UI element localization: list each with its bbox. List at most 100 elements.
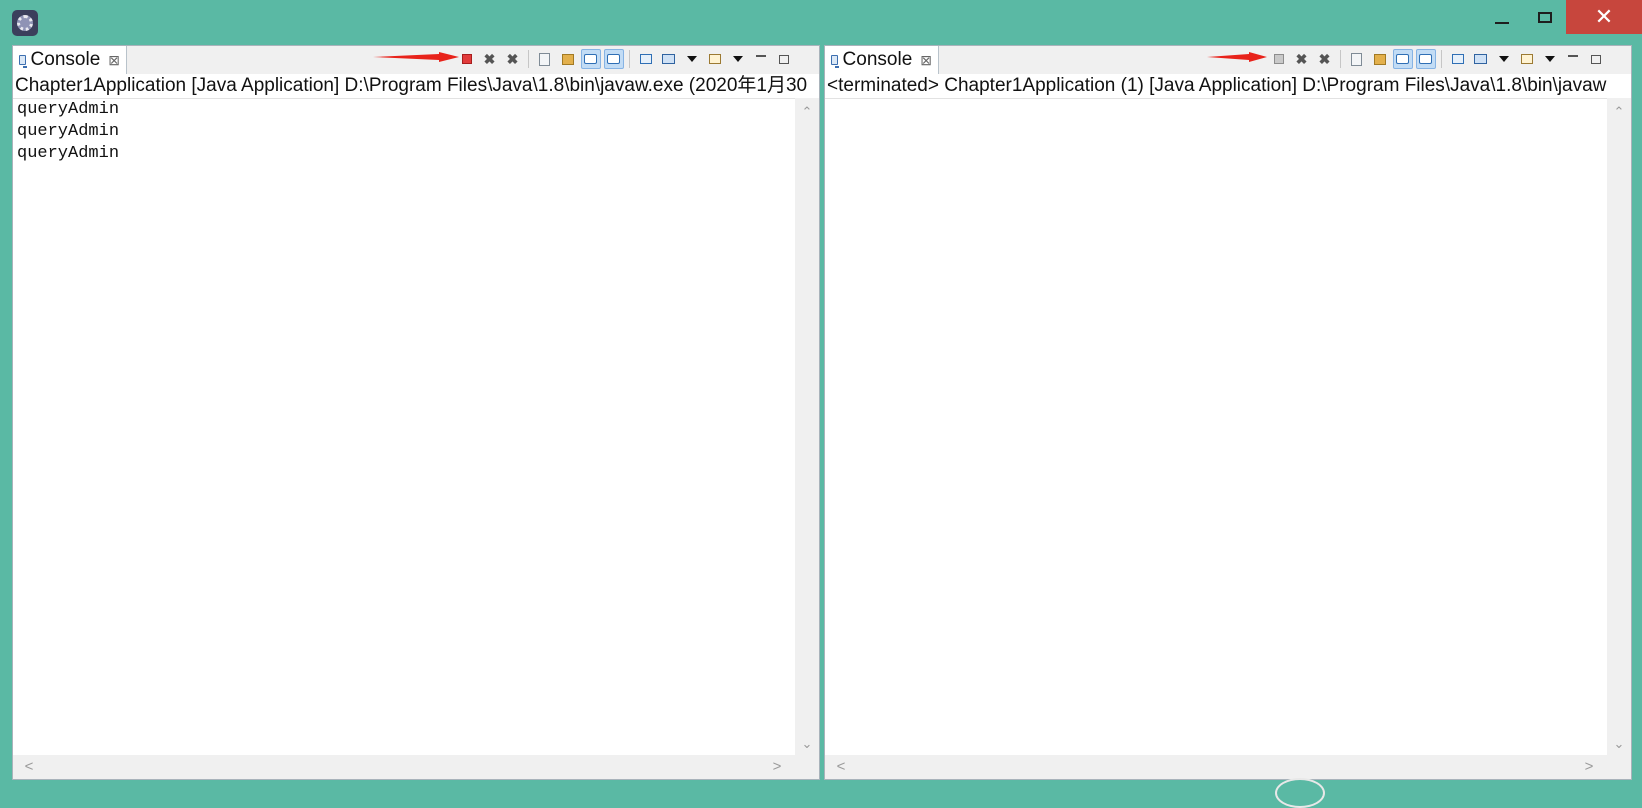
view-minimize-button[interactable] (1563, 49, 1583, 69)
window-maximize-button[interactable] (1523, 0, 1567, 34)
monitor-icon (1474, 54, 1487, 64)
minimize-icon (755, 55, 766, 57)
open-console-dropdown[interactable] (728, 49, 748, 69)
show-on-stdout-button[interactable] (580, 49, 601, 69)
chevron-down-icon (1544, 56, 1555, 62)
toolbar-separator (528, 50, 529, 68)
minimize-icon (1495, 22, 1509, 24)
clear-console-button[interactable] (535, 49, 555, 69)
remove-launch-button[interactable]: ✖ (1292, 49, 1312, 69)
right-console-panel: Console ⊠ ✖ ✖ <terminated> Chapter1Appli… (824, 45, 1632, 780)
vertical-scrollbar[interactable]: ⌃ ⌄ (795, 98, 819, 756)
scroll-up-icon[interactable]: ⌃ (1607, 102, 1631, 122)
chevron-down-icon (1498, 56, 1509, 62)
terminate-icon (1273, 54, 1284, 64)
scroll-lock-icon (1373, 53, 1386, 65)
left-console-panel: Console ⊠ ✖ ✖ Chapter1Application [Java … (12, 45, 820, 780)
pin-icon (1451, 54, 1464, 64)
clear-console-icon (1351, 52, 1362, 66)
vertical-scrollbar[interactable]: ⌃ ⌄ (1607, 98, 1631, 756)
scroll-lock-button[interactable] (558, 49, 578, 69)
show-on-stderr-button[interactable] (603, 49, 624, 69)
show-on-stdout-button[interactable] (1392, 49, 1413, 69)
remove-all-icon: ✖ (506, 50, 519, 67)
remove-launch-button[interactable]: ✖ (480, 49, 500, 69)
console-toolbar: ✖ ✖ (455, 48, 795, 70)
close-icon: ✕ (1594, 4, 1614, 29)
tab-label: Console (30, 49, 101, 70)
open-console-dropdown[interactable] (1540, 49, 1560, 69)
pin-console-button[interactable] (1448, 49, 1468, 69)
scroll-down-icon[interactable]: ⌄ (795, 734, 819, 754)
remove-launch-icon: ✖ (1295, 50, 1308, 67)
console-line: queryAdmin (17, 100, 120, 119)
process-label: <terminated> Chapter1Application (1) [Ja… (825, 74, 1631, 99)
horizontal-scrollbar[interactable]: < > (825, 755, 1631, 779)
chevron-down-icon (686, 56, 697, 62)
pin-icon (639, 54, 652, 64)
new-console-icon (1520, 54, 1533, 64)
new-console-icon (708, 54, 721, 64)
minimize-icon (1567, 55, 1578, 57)
display-console-dropdown[interactable] (1494, 49, 1514, 69)
open-console-button[interactable] (1517, 49, 1537, 69)
maximize-icon (1538, 11, 1552, 23)
stdout-icon (584, 54, 597, 64)
console-line: queryAdmin (17, 122, 120, 141)
show-on-stderr-button[interactable] (1415, 49, 1436, 69)
scroll-lock-icon (561, 53, 574, 65)
toolbar-separator (1441, 50, 1442, 68)
clear-console-button[interactable] (1347, 49, 1367, 69)
maximize-icon (1590, 54, 1601, 64)
tab-close-icon[interactable]: ⊠ (108, 52, 120, 69)
maximize-icon (778, 54, 789, 64)
gear-icon (17, 15, 33, 31)
stdout-icon (1396, 54, 1409, 64)
remove-all-icon: ✖ (1318, 50, 1331, 67)
annotation-arrow (373, 52, 459, 62)
window-minimize-button[interactable] (1480, 0, 1524, 34)
pin-console-button[interactable] (636, 49, 656, 69)
annotation-arrow (1207, 52, 1267, 62)
window-close-button[interactable]: ✕ (1566, 0, 1642, 34)
terminate-icon (461, 54, 472, 64)
display-selected-console-button[interactable] (659, 49, 679, 69)
terminate-button[interactable] (457, 49, 477, 69)
tab-console[interactable]: Console ⊠ (825, 46, 939, 74)
monitor-icon (662, 54, 675, 64)
open-console-button[interactable] (705, 49, 725, 69)
stderr-icon (1419, 54, 1432, 64)
scroll-left-icon[interactable]: < (17, 755, 41, 779)
toolbar-separator (1340, 50, 1341, 68)
remove-launch-icon: ✖ (483, 50, 496, 67)
tab-bar: Console ⊠ ✖ ✖ (825, 46, 1631, 74)
scroll-down-icon[interactable]: ⌄ (1607, 734, 1631, 754)
clear-console-icon (539, 52, 550, 66)
chevron-down-icon (732, 56, 743, 62)
process-label: Chapter1Application [Java Application] D… (13, 74, 819, 99)
stderr-icon (607, 54, 620, 64)
scroll-right-icon[interactable]: > (1577, 755, 1601, 779)
display-selected-console-button[interactable] (1471, 49, 1491, 69)
scroll-left-icon[interactable]: < (829, 755, 853, 779)
view-minimize-button[interactable] (751, 49, 771, 69)
app-icon[interactable] (12, 10, 38, 36)
scroll-lock-button[interactable] (1370, 49, 1390, 69)
remove-all-terminated-button[interactable]: ✖ (503, 49, 523, 69)
scroll-up-icon[interactable]: ⌃ (795, 102, 819, 122)
display-console-dropdown[interactable] (682, 49, 702, 69)
taskbar-button[interactable] (1275, 778, 1325, 808)
tab-close-icon[interactable]: ⊠ (920, 52, 932, 69)
toolbar-separator (629, 50, 630, 68)
scroll-right-icon[interactable]: > (765, 755, 789, 779)
terminate-button[interactable] (1269, 49, 1289, 69)
console-icon (19, 55, 27, 68)
view-maximize-button[interactable] (1586, 49, 1606, 69)
console-output[interactable]: queryAdmin queryAdmin queryAdmin (17, 99, 119, 165)
horizontal-scrollbar[interactable]: < > (13, 755, 819, 779)
tab-label: Console (842, 49, 913, 70)
view-maximize-button[interactable] (774, 49, 794, 69)
tab-bar: Console ⊠ ✖ ✖ (13, 46, 819, 74)
tab-console[interactable]: Console ⊠ (13, 46, 127, 74)
remove-all-terminated-button[interactable]: ✖ (1315, 49, 1335, 69)
